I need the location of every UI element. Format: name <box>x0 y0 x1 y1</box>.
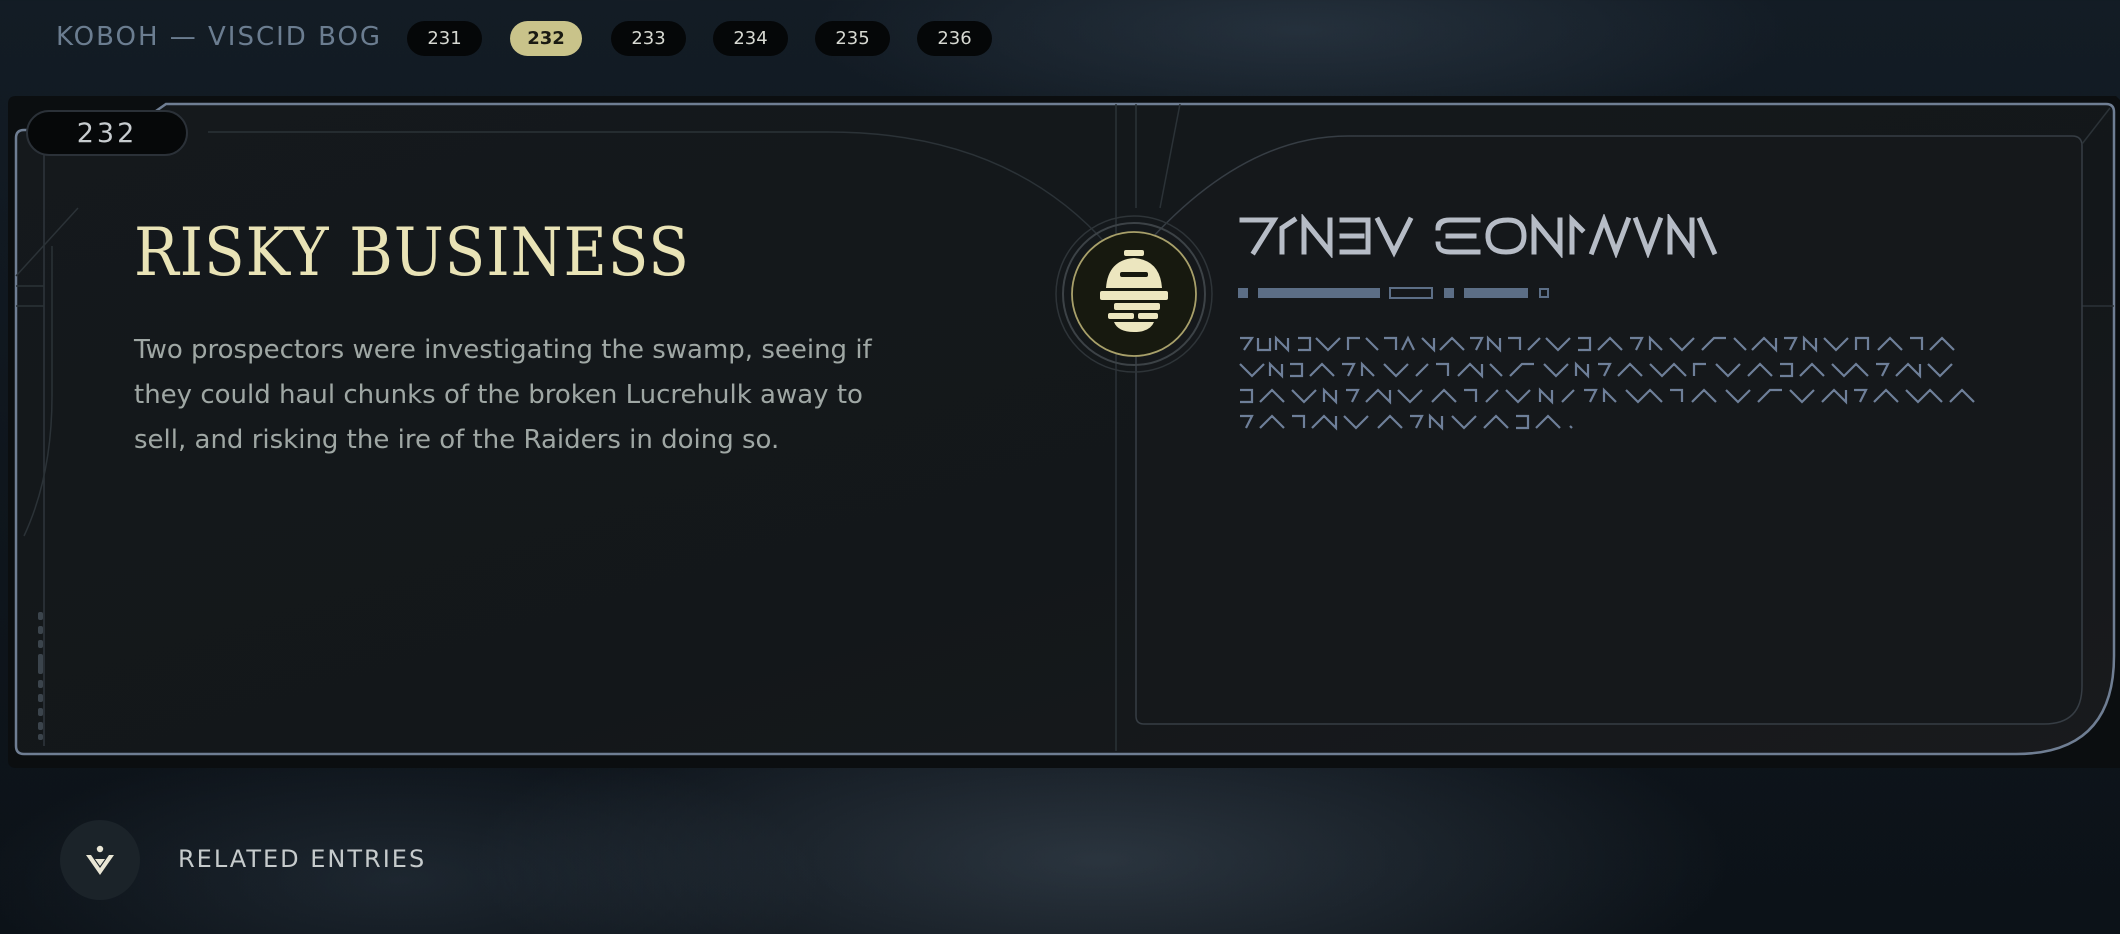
aurebesh-divider-bars <box>1238 287 1549 299</box>
entry-tab-233[interactable]: 233 <box>611 21 686 56</box>
related-entries-label[interactable]: RELATED ENTRIES <box>178 845 426 873</box>
aurebesh-title-glyphs <box>1239 214 1718 258</box>
droid-head-icon <box>1054 214 1214 374</box>
entry-tab-234[interactable]: 234 <box>713 21 788 56</box>
scroll-dots-indicator <box>38 612 43 740</box>
jedi-order-icon <box>86 845 114 875</box>
entry-tab-235[interactable]: 235 <box>815 21 890 56</box>
entry-tab-236[interactable]: 236 <box>917 21 992 56</box>
entry-title: RISKY BUSINESS <box>134 214 690 291</box>
related-entries-button[interactable] <box>60 820 140 900</box>
top-nav: KOBOH — VISCID BOG 231 232 233 234 235 2… <box>0 0 2120 76</box>
entry-number-badge: 232 <box>26 110 188 156</box>
entry-tab-231[interactable]: 231 <box>407 21 482 56</box>
entry-tab-232[interactable]: 232 <box>510 21 582 56</box>
location-breadcrumb: KOBOH — VISCID BOG <box>56 22 383 52</box>
databank-entry-panel: 232 RISKY BUSINESS Two prospectors were … <box>8 96 2120 768</box>
entry-description: Two prospectors were investigating the s… <box>134 335 872 455</box>
